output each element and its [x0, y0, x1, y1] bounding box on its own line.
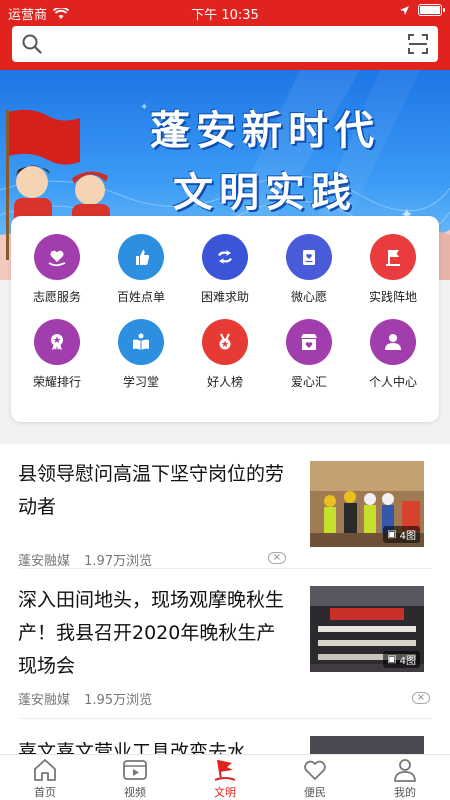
status-bar: 运营商 下午 10:35: [0, 0, 450, 24]
search-bar[interactable]: [12, 26, 438, 62]
tab-video[interactable]: 视频: [90, 755, 180, 800]
image-icon: ▣: [387, 529, 397, 540]
image-icon: ▣: [387, 654, 397, 665]
flag-icon[interactable]: [370, 234, 416, 280]
news-source: 蓬安融媒: [18, 693, 71, 708]
profile-icon: [394, 759, 416, 782]
heart-outline-icon: [304, 760, 326, 780]
banner-title-line2: 文明实践: [173, 170, 357, 216]
status-time: 下午 10:35: [191, 8, 259, 23]
tab-mine[interactable]: 我的: [360, 755, 450, 800]
news-source: 蓬安融媒: [18, 554, 71, 569]
divider: [18, 718, 432, 719]
wish-card-icon[interactable]: [286, 234, 332, 280]
menu-label: 好人榜: [206, 375, 243, 389]
search-input[interactable]: [50, 32, 390, 56]
tab-services[interactable]: 便民: [270, 755, 360, 800]
bottom-tab-bar: 首页 视频 文明 便民 我的: [0, 754, 450, 800]
photo-count: 4图: [399, 531, 416, 542]
thumbs-up-icon[interactable]: [118, 234, 164, 280]
menu-item[interactable]: 好人榜: [183, 319, 267, 390]
news-thumbnail[interactable]: [310, 736, 424, 754]
civilization-flag-icon: [214, 759, 236, 781]
menu-label: 学习堂: [122, 375, 159, 389]
photo-count-badge: ▣ 4图: [383, 526, 420, 543]
photo-count: 4图: [399, 656, 416, 667]
app-header: 运营商 下午 10:35: [0, 0, 450, 70]
news-list: 县领导慰问高温下坚守岗位的劳动者 蓬安融媒 1.97万浏览 ▣ 4图 × 深入田…: [0, 444, 450, 754]
menu-item[interactable]: 困难求助: [183, 234, 267, 305]
menu-item[interactable]: 百姓点单: [99, 234, 183, 305]
tab-label: 文明: [214, 786, 236, 799]
menu-item[interactable]: 微心愿: [267, 234, 351, 305]
news-item[interactable]: 县领导慰问高温下坚守岗位的劳动者 蓬安融媒 1.97万浏览 ▣ 4图 ×: [18, 458, 432, 573]
menu-item[interactable]: 荣耀排行: [15, 319, 99, 390]
service-menu: 志愿服务 百姓点单 困难求助 微心愿 实践阵地荣耀排行 学习堂 好人榜 爱心汇 个人中心: [11, 216, 439, 422]
menu-item[interactable]: 学习堂: [99, 319, 183, 390]
dismiss-button[interactable]: ×: [268, 552, 286, 564]
menu-label: 实践阵地: [368, 290, 417, 304]
news-item[interactable]: 深入田间地头，现场观摩晚秋生产！我县召开2020年晚秋生产现场会 蓬安融媒 1.…: [18, 584, 432, 714]
menu-label: 困难求助: [200, 290, 249, 304]
award-icon[interactable]: [202, 319, 248, 365]
medal-icon[interactable]: [34, 319, 80, 365]
user-icon[interactable]: [370, 319, 416, 365]
menu-label: 志愿服务: [32, 290, 81, 304]
news-title[interactable]: 县领导慰问高温下坚守岗位的劳动者: [18, 458, 288, 524]
news-title[interactable]: 深入田间地头，现场观摩晚秋生产！我县召开2020年晚秋生产现场会: [18, 584, 288, 683]
help-exchange-icon[interactable]: [202, 234, 248, 280]
location-arrow-icon: [400, 5, 409, 15]
menu-label: 微心愿: [290, 290, 327, 304]
menu-item[interactable]: 实践阵地: [351, 234, 435, 305]
menu-item[interactable]: 志愿服务: [15, 234, 99, 305]
news-item[interactable]: 喜文喜文营业工具改变去水: [18, 736, 432, 754]
book-reader-icon[interactable]: [118, 319, 164, 365]
news-views: 1.95万浏览: [84, 693, 153, 708]
menu-item[interactable]: 个人中心: [351, 319, 435, 390]
tab-label: 便民: [304, 786, 326, 799]
news-title[interactable]: 喜文喜文营业工具改变去水: [18, 736, 288, 754]
menu-label: 爱心汇: [290, 375, 327, 389]
news-views: 1.97万浏览: [84, 554, 153, 569]
home-icon: [34, 759, 56, 781]
tab-home[interactable]: 首页: [0, 755, 90, 800]
heart-hand-icon[interactable]: [34, 234, 80, 280]
search-icon[interactable]: [22, 34, 42, 54]
store-heart-icon[interactable]: [286, 319, 332, 365]
news-thumbnail[interactable]: ▣ 4图: [310, 586, 424, 672]
tab-label: 视频: [124, 786, 146, 799]
battery-icon: [418, 4, 445, 16]
menu-item[interactable]: 爱心汇: [267, 319, 351, 390]
banner-title-line1: 蓬安新时代: [150, 108, 380, 154]
menu-label: 个人中心: [368, 375, 417, 389]
news-meta: 蓬安融媒 1.95万浏览: [18, 689, 152, 708]
scan-icon[interactable]: [408, 34, 428, 54]
news-thumbnail[interactable]: ▣ 4图: [310, 461, 424, 547]
video-icon: [123, 760, 147, 780]
photo-count-badge: ▣ 4图: [383, 651, 420, 668]
tab-label: 我的: [394, 786, 416, 799]
menu-label: 百姓点单: [116, 290, 165, 304]
dismiss-button[interactable]: ×: [412, 692, 430, 704]
tab-label: 首页: [34, 786, 56, 799]
divider: [18, 568, 432, 569]
menu-label: 荣耀排行: [32, 375, 81, 389]
news-meta: 蓬安融媒 1.97万浏览: [18, 550, 152, 569]
tab-civilization[interactable]: 文明: [180, 755, 270, 800]
